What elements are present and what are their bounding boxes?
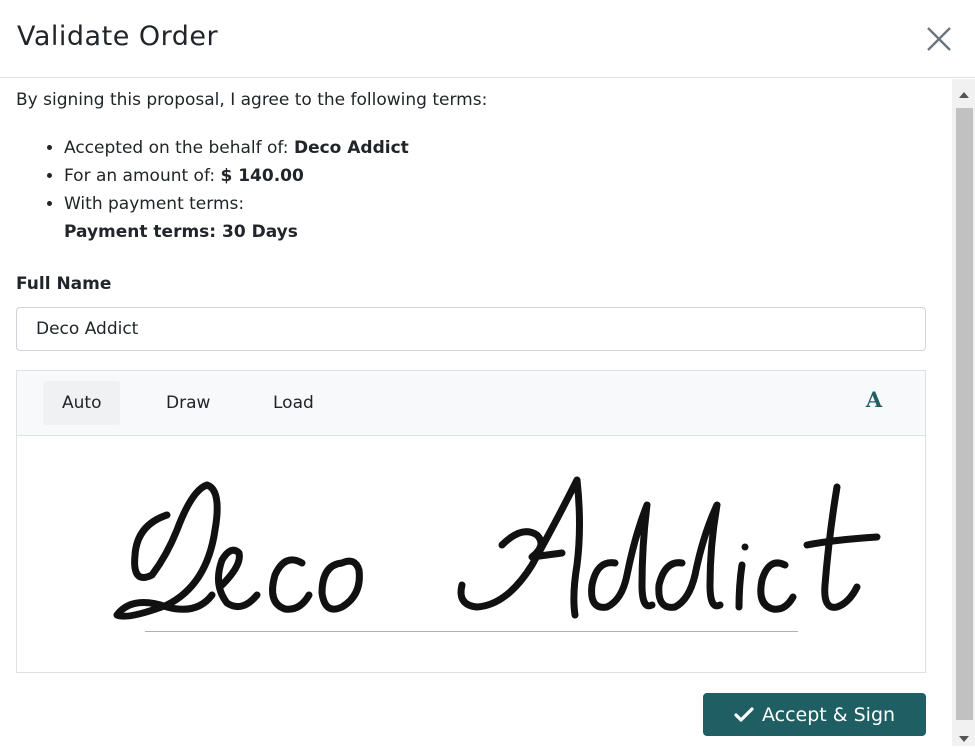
font-style-icon[interactable]: A bbox=[859, 385, 889, 415]
tab-load[interactable]: Load bbox=[254, 381, 333, 425]
scroll-down-arrow-icon[interactable] bbox=[957, 730, 971, 742]
signature-pad: Auto Draw Load A bbox=[16, 370, 926, 673]
full-name-label: Full Name bbox=[16, 274, 112, 294]
payment-terms-value: Payment terms: 30 Days bbox=[64, 222, 298, 242]
list-item: With payment terms: Payment terms: 30 Da… bbox=[64, 190, 409, 246]
list-item: For an amount of: $ 140.00 bbox=[64, 162, 409, 190]
accepted-label: Accepted on the behalf of: bbox=[64, 138, 294, 158]
signature-image bbox=[113, 476, 881, 620]
scrollbar-thumb[interactable] bbox=[956, 108, 973, 720]
vertical-scrollbar[interactable] bbox=[952, 79, 975, 746]
dialog-header: Validate Order bbox=[0, 0, 975, 78]
tab-auto[interactable]: Auto bbox=[43, 381, 121, 425]
signature-baseline bbox=[145, 631, 798, 632]
full-name-input[interactable] bbox=[16, 307, 926, 351]
dialog-body: By signing this proposal, I agree to the… bbox=[0, 79, 952, 746]
accept-sign-label: Accept & Sign bbox=[761, 703, 896, 726]
accepted-value: Deco Addict bbox=[293, 138, 409, 158]
dialog-title: Validate Order bbox=[17, 21, 219, 52]
payment-label: With payment terms: bbox=[64, 194, 245, 214]
amount-label: For an amount of: bbox=[64, 166, 221, 186]
accept-sign-button[interactable]: Accept & Sign bbox=[703, 693, 926, 736]
check-icon bbox=[734, 706, 754, 722]
terms-intro: By signing this proposal, I agree to the… bbox=[16, 90, 488, 110]
scroll-up-arrow-icon[interactable] bbox=[957, 86, 971, 98]
close-icon[interactable] bbox=[922, 22, 956, 56]
terms-list: Accepted on the behalf of: Deco Addict F… bbox=[16, 134, 409, 246]
signature-canvas[interactable] bbox=[17, 435, 925, 672]
amount-value: $ 140.00 bbox=[220, 166, 304, 186]
list-item: Accepted on the behalf of: Deco Addict bbox=[64, 134, 409, 162]
signature-mode-tabs: Auto Draw Load A bbox=[17, 371, 925, 436]
tab-draw[interactable]: Draw bbox=[147, 381, 229, 425]
